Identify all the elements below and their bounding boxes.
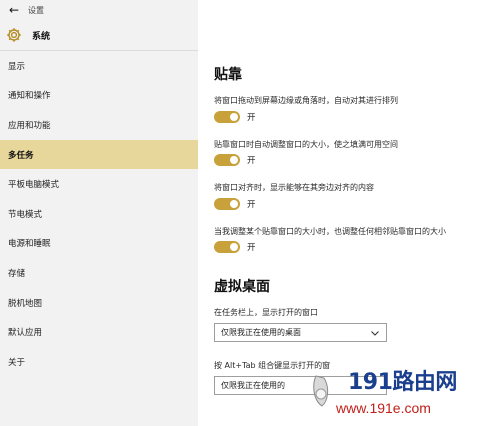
- sidebar-item-default-apps[interactable]: 默认应用: [0, 317, 198, 347]
- snap-assist-desc: 将窗口对齐时，显示能够在其旁边对齐的内容: [214, 183, 374, 192]
- watermark-url: www.191e.com: [336, 400, 431, 416]
- toggle-switch[interactable]: [214, 241, 240, 253]
- snap-resize-toggle[interactable]: 开: [214, 154, 256, 166]
- snap-assist-toggle[interactable]: 开: [214, 198, 256, 210]
- toggle-switch[interactable]: [214, 154, 240, 166]
- dropdown-value: 仅限我正在使用的: [221, 381, 285, 390]
- snap-arrange-desc: 将窗口拖动到屏幕边缘或角落时，自动对其进行排列: [214, 96, 398, 105]
- sidebar-item-battery-saver[interactable]: 节电模式: [0, 199, 198, 229]
- window-title: 设置: [28, 5, 44, 15]
- sidebar-item-apps-features[interactable]: 应用和功能: [0, 110, 198, 140]
- sidebar-nav: 显示 通知和操作 应用和功能 多任务 平板电脑模式 节电模式 电源和睡眠 存储 …: [0, 51, 198, 377]
- toggle-knob: [230, 200, 238, 208]
- toggle-switch[interactable]: [214, 111, 240, 123]
- sidebar-item-notifications[interactable]: 通知和操作: [0, 81, 198, 111]
- snap-arrange-toggle[interactable]: 开: [214, 111, 256, 123]
- watermark-title: 191路由网: [348, 370, 457, 395]
- back-arrow-icon[interactable]: ←: [0, 0, 28, 20]
- gear-icon: [6, 27, 22, 43]
- snap-adjacent-resize-desc: 当我调整某个贴靠窗口的大小时，也调整任何相邻贴靠窗口的大小: [214, 227, 446, 236]
- dropdown-value: 仅限我正在使用的桌面: [221, 328, 301, 337]
- watermark: 191路由网 www.191e.com: [300, 360, 500, 426]
- category-title: 系统: [32, 31, 51, 42]
- sidebar-item-multitasking[interactable]: 多任务: [0, 139, 198, 170]
- toggle-switch[interactable]: [214, 198, 240, 210]
- toggle-state-label: 开: [247, 156, 256, 166]
- toggle-state-label: 开: [247, 200, 256, 210]
- chevron-down-icon: [370, 328, 380, 338]
- toggle-knob: [230, 113, 238, 121]
- snap-section-title: 贴靠: [214, 67, 242, 83]
- taskbar-windows-dropdown[interactable]: 仅限我正在使用的桌面: [214, 323, 387, 342]
- taskbar-windows-desc: 在任务栏上，显示打开的窗口: [214, 308, 318, 317]
- sidebar-item-power-sleep[interactable]: 电源和睡眠: [0, 229, 198, 259]
- virtual-desktop-section-title: 虚拟桌面: [214, 279, 270, 295]
- settings-category-header: 系统: [0, 20, 198, 50]
- sidebar-item-storage[interactable]: 存储: [0, 258, 198, 288]
- sidebar-item-display[interactable]: 显示: [0, 51, 198, 81]
- title-bar: ← 设置: [0, 0, 198, 20]
- sidebar-item-offline-maps[interactable]: 脱机地图: [0, 288, 198, 318]
- toggle-knob: [230, 156, 238, 164]
- toggle-knob: [230, 243, 238, 251]
- toggle-state-label: 开: [247, 243, 256, 253]
- sidebar-item-about[interactable]: 关于: [0, 347, 198, 377]
- snap-resize-desc: 贴靠窗口时自动调整窗口的大小，使之填满可用空间: [214, 140, 398, 149]
- sidebar-item-tablet-mode[interactable]: 平板电脑模式: [0, 169, 198, 199]
- sidebar: ← 设置 系统 显示 通知和操作 应用和功能 多任务 平板电脑模式 节电模式 电…: [0, 0, 198, 426]
- toggle-state-label: 开: [247, 113, 256, 123]
- snap-adjacent-resize-toggle[interactable]: 开: [214, 241, 256, 253]
